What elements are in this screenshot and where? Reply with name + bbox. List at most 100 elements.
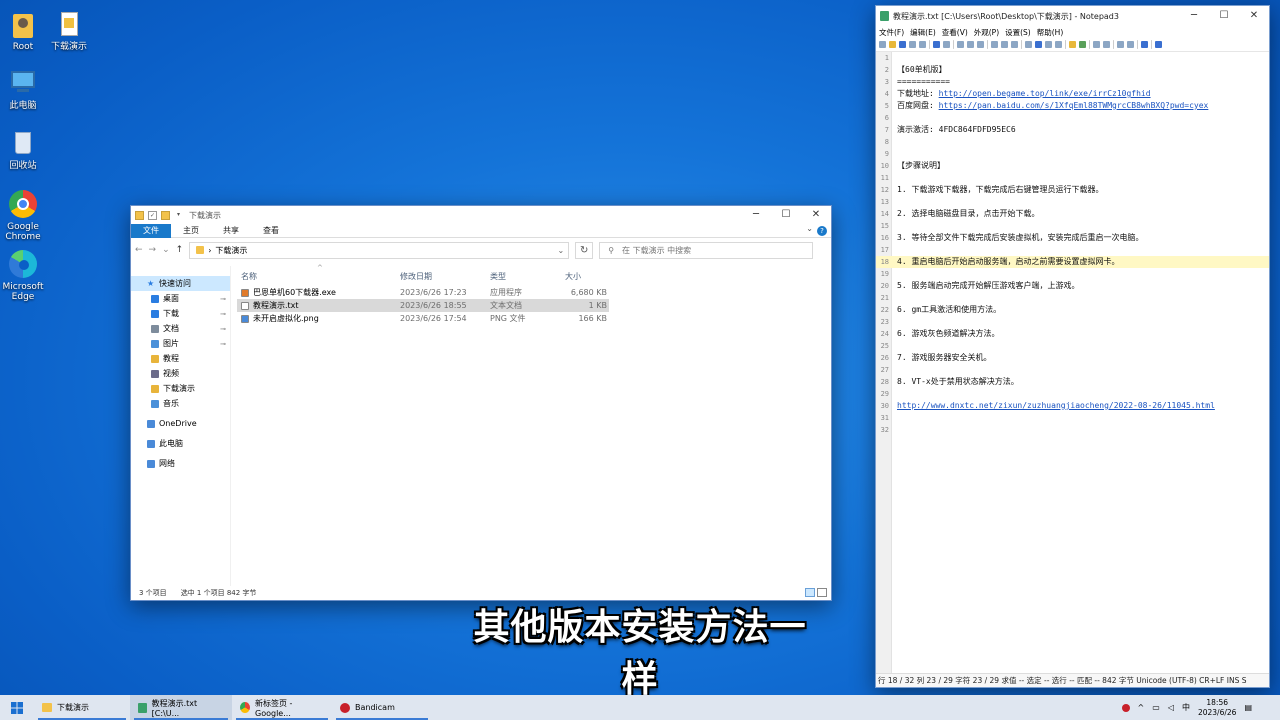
- desktop-icon-recycle-bin[interactable]: 回收站: [0, 127, 53, 171]
- checkbox-icon[interactable]: ✓: [148, 210, 157, 220]
- editor-line[interactable]: 2 【60单机版】: [876, 64, 1269, 76]
- notepad-window[interactable]: 教程演示.txt [C:\Users\Root\Desktop\下载演示] - …: [875, 5, 1270, 688]
- editor-line[interactable]: 12 1. 下载游戏下载器，下载完成后右键管理员运行下载器。: [876, 184, 1269, 196]
- hyperlink[interactable]: https://pan.baidu.com/s/1XfqEml88TWMgrcC…: [939, 101, 1209, 110]
- whitespace-icon[interactable]: [1035, 41, 1042, 48]
- menu-item[interactable]: 查看(V): [942, 27, 968, 38]
- menu-item[interactable]: 外观(P): [974, 27, 999, 38]
- network-icon[interactable]: ▭: [1152, 703, 1160, 712]
- clock[interactable]: 18:56 2023/6/26: [1198, 698, 1236, 718]
- settings-icon[interactable]: [1155, 41, 1162, 48]
- sidebar-item[interactable]: 桌面 ⊸: [131, 291, 230, 306]
- record-icon[interactable]: [1121, 703, 1130, 712]
- goto-icon[interactable]: [1011, 41, 1018, 48]
- taskbar-app-bandicam[interactable]: Bandicam: [332, 695, 432, 720]
- editor-line[interactable]: 1: [876, 52, 1269, 64]
- print-icon[interactable]: [919, 41, 926, 48]
- editor-line[interactable]: 25: [876, 340, 1269, 352]
- editor-area[interactable]: 1 2 【60单机版】 3 =========== 4 下载地址: http://open.…: [876, 52, 1269, 673]
- zoom-icon[interactable]: [1055, 41, 1062, 48]
- menu-item[interactable]: 帮助(H): [1037, 27, 1064, 38]
- editor-line[interactable]: 20 5. 服务端启动完成开始解压游戏客户端，上游戏。: [876, 280, 1269, 292]
- explorer-titlebar[interactable]: ✓ ▾ 下载演示 ─ ☐ ✕: [131, 206, 831, 224]
- refresh-button[interactable]: ↻: [575, 241, 594, 259]
- hyperlink[interactable]: http://open.begame.top/link/exe/irrCz10g…: [939, 89, 1151, 98]
- close-button[interactable]: ✕: [801, 206, 831, 224]
- editor-line[interactable]: 23: [876, 316, 1269, 328]
- editor-line[interactable]: 28 8. VT-x处于禁用状态解决方法。: [876, 376, 1269, 388]
- desktop-icon-this-pc[interactable]: 此电脑: [0, 67, 53, 111]
- file-row[interactable]: 教程演示.txt 2023/6/26 18:55 文本文档 1 KB: [237, 299, 609, 312]
- menu-item[interactable]: 文件(F): [879, 27, 904, 38]
- tab-file[interactable]: 文件: [131, 223, 171, 238]
- editor-line[interactable]: 7 演示激活: 4FDC864FDFD95EC6: [876, 124, 1269, 136]
- editor-line[interactable]: 10 【步骤说明】: [876, 160, 1269, 172]
- maximize-button[interactable]: ☐: [1209, 6, 1239, 26]
- back-arrow-icon[interactable]: ←: [135, 245, 143, 255]
- tab-view[interactable]: 查看: [251, 224, 291, 238]
- editor-line[interactable]: 8: [876, 136, 1269, 148]
- sidebar-item[interactable]: 音乐: [131, 396, 230, 411]
- pin-icon[interactable]: [1141, 41, 1148, 48]
- sidebar-item[interactable]: 下载演示: [131, 381, 230, 396]
- editor-line[interactable]: 4 下载地址: http://open.begame.top/link/exe/i…: [876, 88, 1269, 100]
- minimize-button[interactable]: ─: [741, 206, 771, 224]
- editor-line[interactable]: 29: [876, 388, 1269, 400]
- editor-line[interactable]: 3 ===========: [876, 76, 1269, 88]
- hyperlink[interactable]: http://www.dnxtc.net/zixun/zuzhuangjiaoc…: [897, 401, 1215, 410]
- word-wrap-icon[interactable]: [1025, 41, 1032, 48]
- zoom-out-icon[interactable]: [1103, 41, 1110, 48]
- editor-line[interactable]: 31: [876, 412, 1269, 424]
- redo-icon[interactable]: [943, 41, 950, 48]
- editor-line[interactable]: 26 7. 游戏服务器安全关机。: [876, 352, 1269, 364]
- add-favorite-icon[interactable]: [1079, 41, 1086, 48]
- menu-item[interactable]: 编辑(E): [910, 27, 936, 38]
- editor-line[interactable]: 30 http://www.dnxtc.net/zixun/zuzhuangjia…: [876, 400, 1269, 412]
- line-numbers-icon[interactable]: [1045, 41, 1052, 48]
- new-file-icon[interactable]: [879, 41, 886, 48]
- editor-line[interactable]: 11: [876, 172, 1269, 184]
- replace-icon[interactable]: [1001, 41, 1008, 48]
- editor-line[interactable]: 27: [876, 364, 1269, 376]
- editor-line[interactable]: 9: [876, 148, 1269, 160]
- save-icon[interactable]: [899, 41, 906, 48]
- recent-chevron-icon[interactable]: ⌄: [162, 245, 170, 255]
- forward-arrow-icon[interactable]: →: [149, 245, 157, 255]
- editor-line[interactable]: 24 6. 游戏灰色频道解决方法。: [876, 328, 1269, 340]
- paste-icon[interactable]: [977, 41, 984, 48]
- maximize-button[interactable]: ☐: [771, 206, 801, 224]
- sidebar-item[interactable]: 图片 ⊸: [131, 336, 230, 351]
- cut-icon[interactable]: [957, 41, 964, 48]
- sidebar-item[interactable]: 此电脑: [131, 436, 230, 451]
- menu-item[interactable]: 设置(S): [1005, 27, 1031, 38]
- tab-share[interactable]: 共享: [211, 224, 251, 238]
- favorites-icon[interactable]: [1069, 41, 1076, 48]
- desktop-icon-chrome[interactable]: Google Chrome: [0, 188, 53, 242]
- expand-ribbon-icon[interactable]: ⌄: [806, 224, 813, 233]
- customize-icon[interactable]: [1127, 41, 1134, 48]
- taskbar-app-explorer[interactable]: 下载演示: [34, 695, 130, 720]
- editor-line[interactable]: 21: [876, 292, 1269, 304]
- editor-line[interactable]: 5 百度网盘: https://pan.baidu.com/s/1XfqEml88…: [876, 100, 1269, 112]
- taskbar-app-notepad[interactable]: 教程演示.txt [C:\U...: [130, 695, 232, 720]
- volume-icon[interactable]: ◁: [1168, 703, 1174, 712]
- editor-line[interactable]: 13: [876, 196, 1269, 208]
- large-icons-view-button[interactable]: [817, 588, 827, 597]
- help-icon[interactable]: ?: [817, 226, 827, 236]
- column-header-type[interactable]: 类型: [490, 271, 565, 282]
- ime-indicator[interactable]: 中: [1182, 702, 1190, 713]
- editor-line[interactable]: 18 4. 重启电脑后开始启动服务端，启动之前需要设置虚拟网卡。: [876, 256, 1269, 268]
- sidebar-item[interactable]: OneDrive: [131, 416, 230, 431]
- taskbar-app-chrome[interactable]: 新标签页 - Google...: [232, 695, 332, 720]
- sidebar-item[interactable]: 视频: [131, 366, 230, 381]
- undo-icon[interactable]: [933, 41, 940, 48]
- notification-icon[interactable]: ▤: [1244, 703, 1252, 712]
- editor-line[interactable]: 16 3. 等待全部文件下载完成后安装虚拟机，安装完成后重启一次电脑。: [876, 232, 1269, 244]
- details-view-button[interactable]: [805, 588, 815, 597]
- sidebar-item[interactable]: 教程: [131, 351, 230, 366]
- editor-line[interactable]: 15: [876, 220, 1269, 232]
- chevron-down-icon[interactable]: ▾: [174, 211, 183, 220]
- schemes-icon[interactable]: [1117, 41, 1124, 48]
- column-header-date[interactable]: 修改日期: [400, 271, 490, 282]
- desktop-icon-edge[interactable]: Microsoft Edge: [0, 248, 53, 302]
